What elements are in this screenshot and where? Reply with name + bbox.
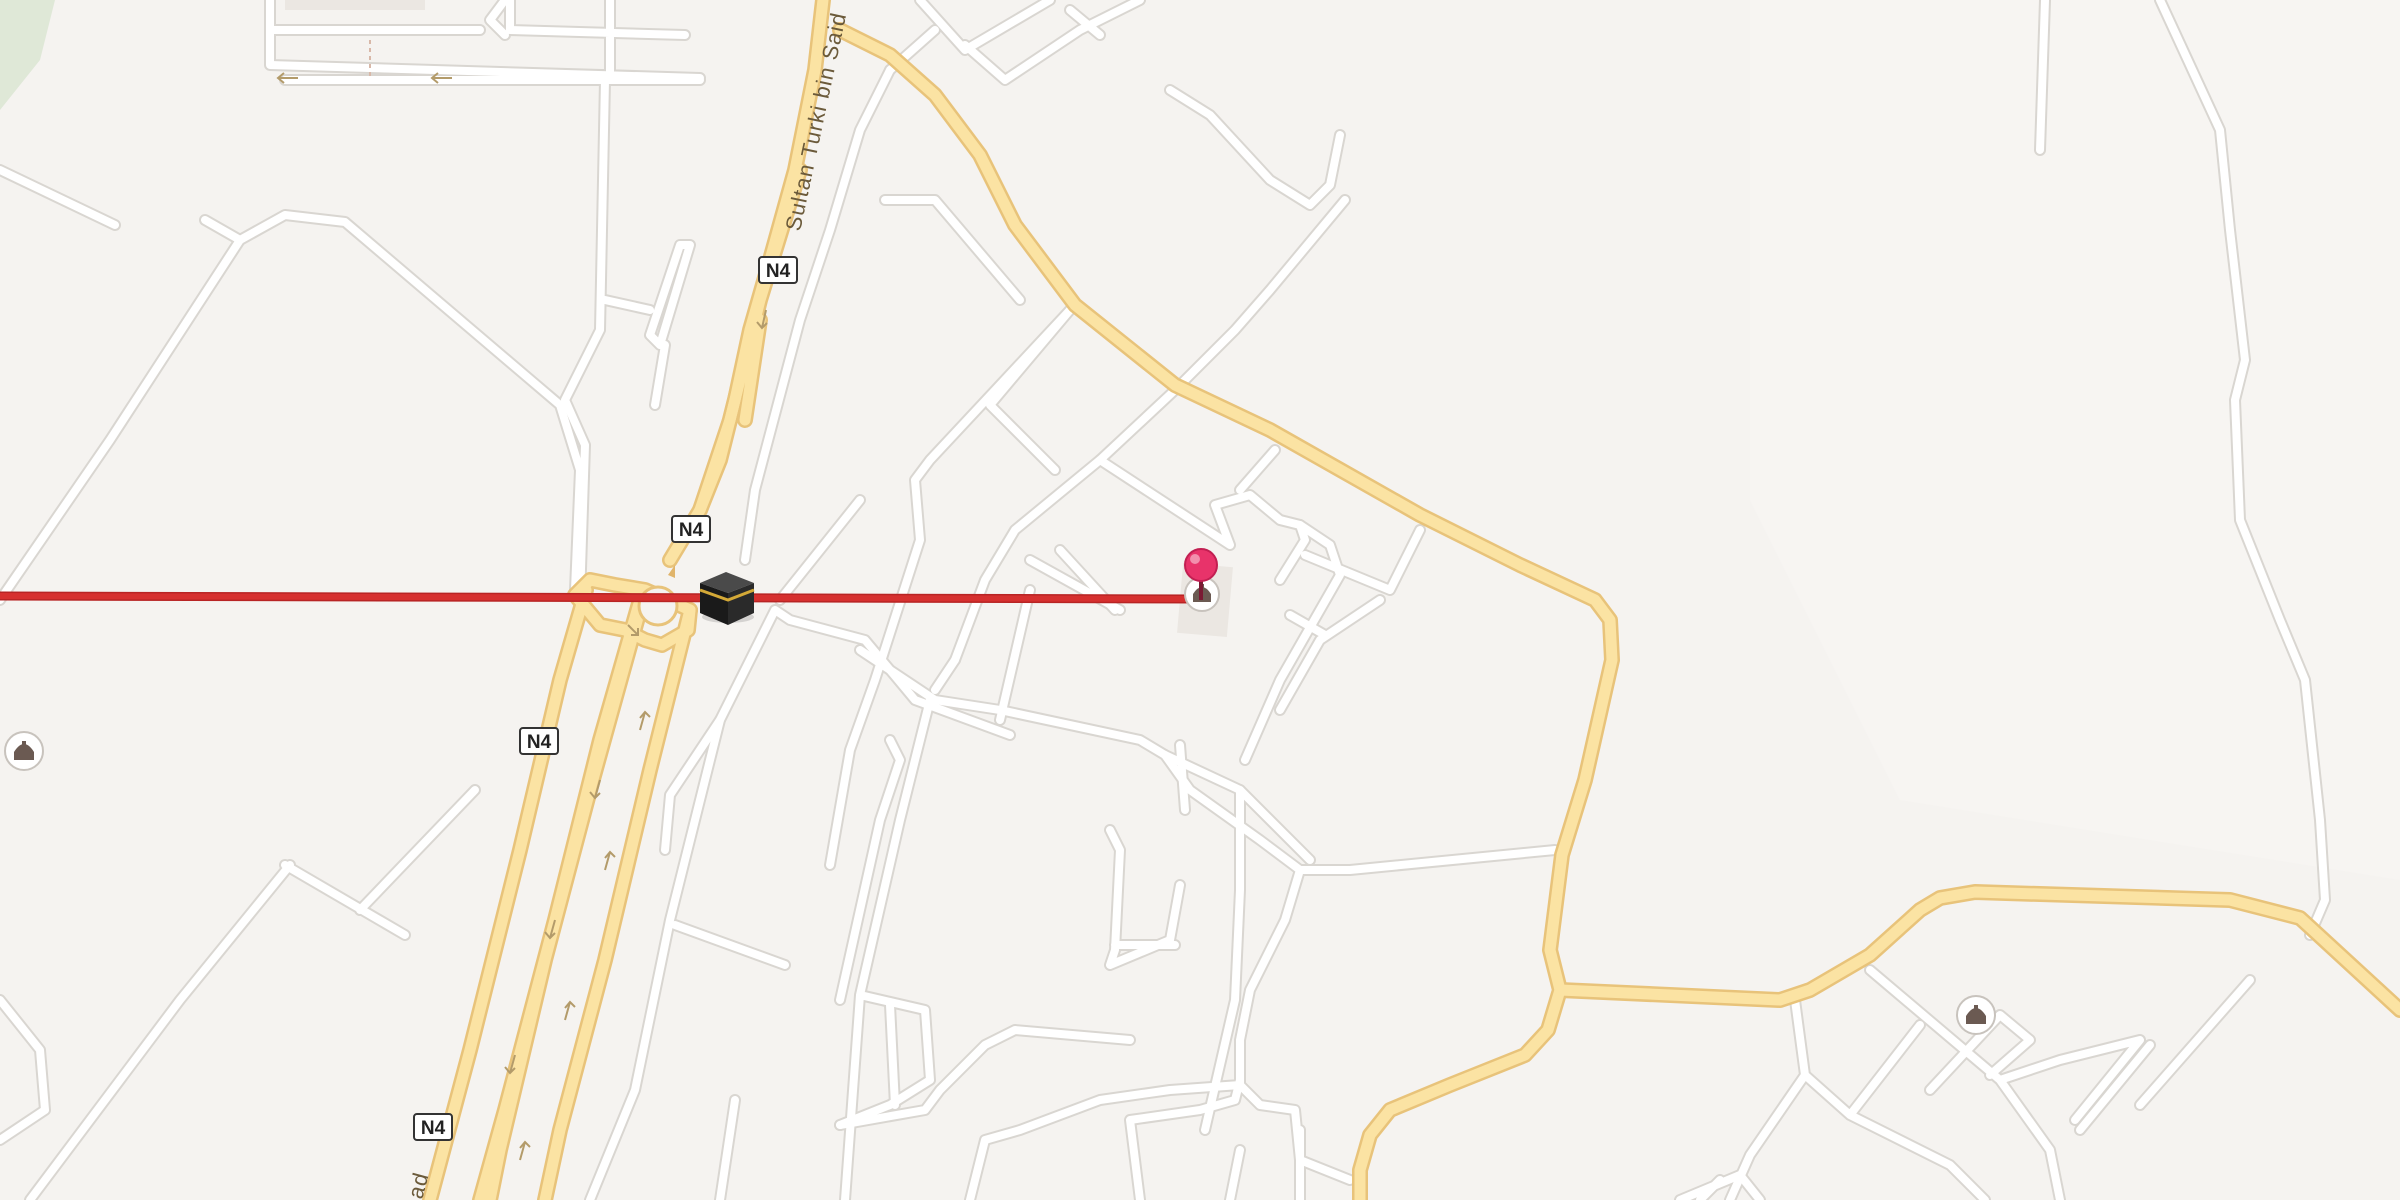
kaaba-icon[interactable] (699, 572, 755, 625)
route-shield-n4[interactable]: N4 (758, 256, 798, 284)
route-shield-label: N4 (527, 732, 552, 753)
building (285, 0, 425, 10)
mosque-icon[interactable] (1956, 995, 1996, 1035)
mosque-icon[interactable] (4, 731, 44, 771)
route-shield-label: N4 (766, 261, 791, 282)
roundabout (637, 585, 679, 627)
route-shield-label: N4 (421, 1118, 446, 1139)
route-shield-n4[interactable]: N4 (413, 1113, 453, 1141)
route-shield-label: N4 (679, 520, 704, 541)
route-shield-n4[interactable]: N4 (671, 515, 711, 543)
map-canvas[interactable]: Sultan Turki bin Said ad N4 N4 N4 N4 (0, 0, 2400, 1200)
route-line[interactable] (0, 593, 1203, 602)
route-shield-n4[interactable]: N4 (519, 727, 559, 755)
